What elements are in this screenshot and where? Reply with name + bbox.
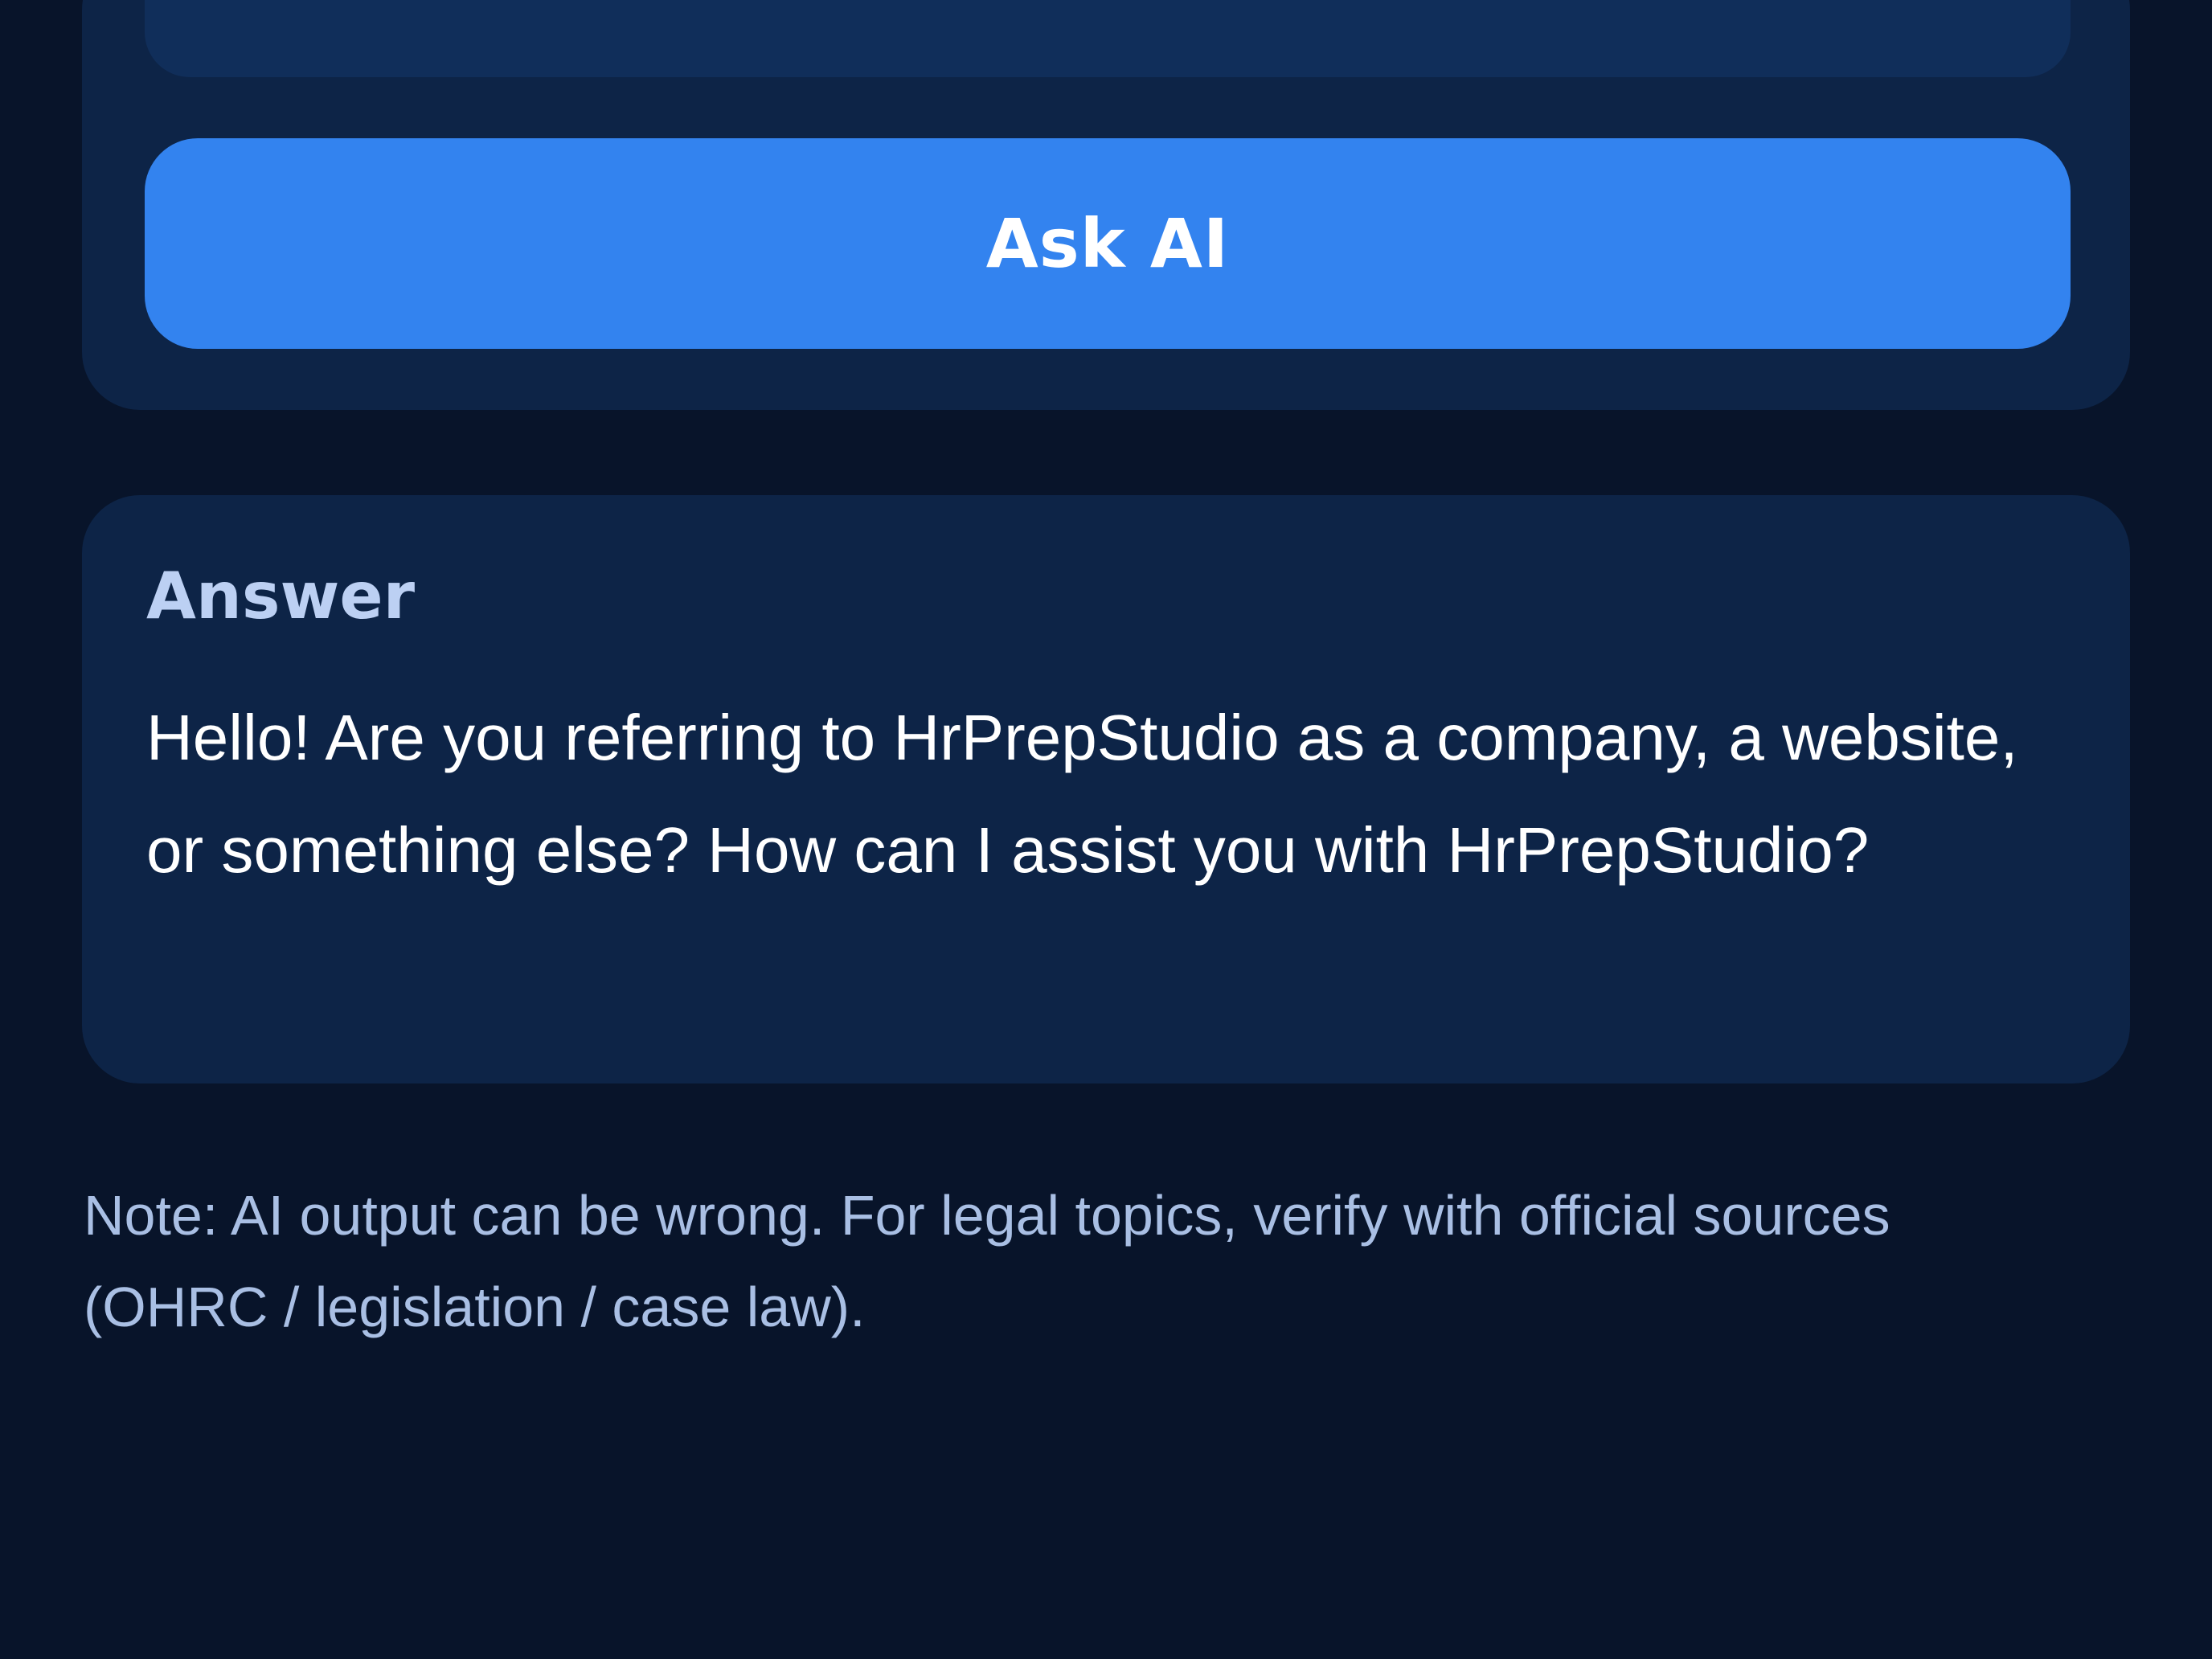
answer-title: Answer [146, 559, 416, 633]
disclaimer-note: Note: AI output can be wrong. For legal … [84, 1184, 1890, 1338]
ask-ai-button[interactable]: Ask AI [145, 138, 2071, 349]
answer-text: Hello! Are you referring to HrPrepStudio… [146, 702, 2018, 886]
ask-card: Ask AI [82, 0, 2130, 410]
page: Ask AI Answer Hello! Are you referring t… [0, 0, 2212, 1659]
question-input[interactable] [145, 0, 2071, 77]
answer-card: Answer Hello! Are you referring to HrPre… [82, 495, 2130, 1083]
